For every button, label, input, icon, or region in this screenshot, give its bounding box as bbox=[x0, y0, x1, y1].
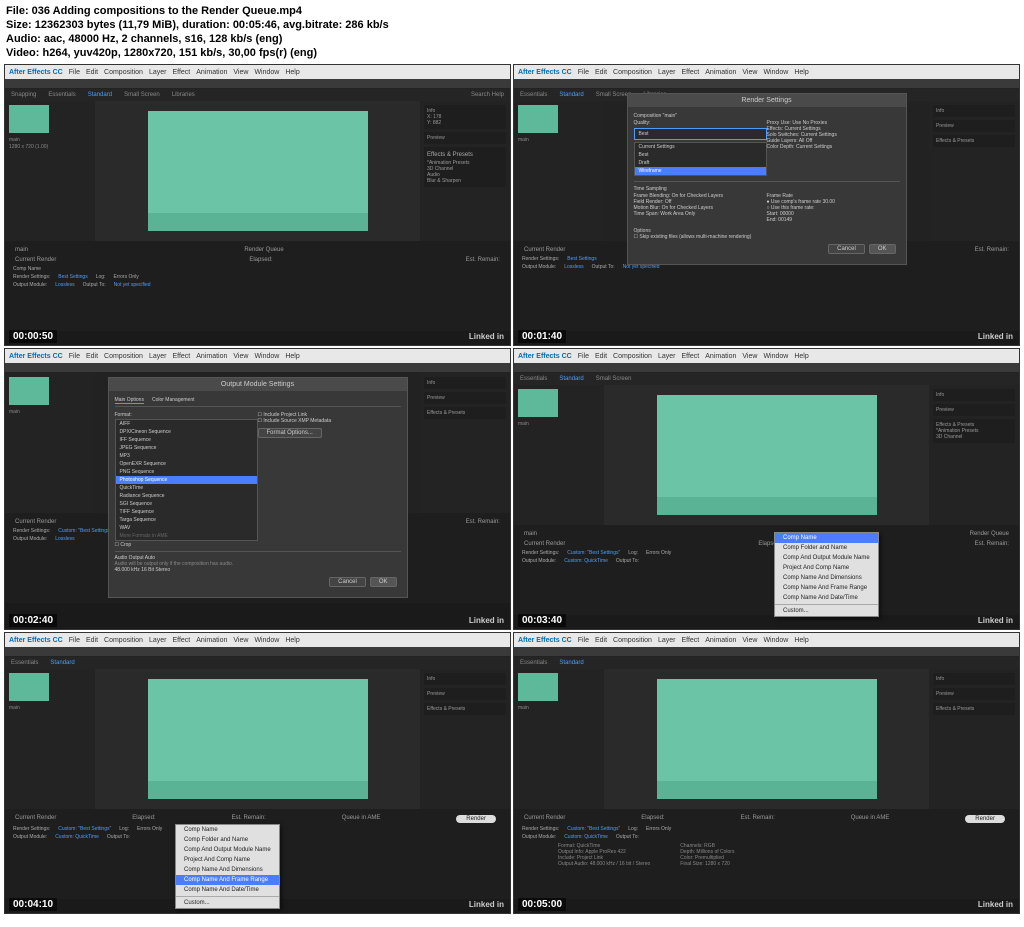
render-queue[interactable]: mainRender Queue Current RenderElapsed:E… bbox=[5, 241, 510, 331]
audio-line: Audio: aac, 48000 Hz, 2 channels, s16, 1… bbox=[6, 32, 1018, 46]
video-line: Video: h264, yuv420p, 1280x720, 151 kb/s… bbox=[6, 46, 1018, 60]
timestamp: 00:00:50 bbox=[9, 330, 57, 343]
frame-3: After Effects CCFileEditCompositionLayer… bbox=[4, 348, 511, 630]
render-settings-dialog[interactable]: Render Settings Composition "main" Quali… bbox=[627, 93, 907, 265]
cancel-button[interactable]: Cancel bbox=[828, 244, 865, 254]
workspace-tabs[interactable]: SnappingEssentialsStandardSmall ScreenLi… bbox=[5, 89, 510, 101]
output-name-menu[interactable]: Comp Name Comp Folder and Name Comp And … bbox=[774, 532, 879, 617]
frame-4: After Effects CCFileEditCompositionLayer… bbox=[513, 348, 1020, 630]
frame-1: After Effects CCFileEditCompositionLayer… bbox=[4, 64, 511, 346]
render-button[interactable]: Render bbox=[456, 815, 496, 823]
menubar[interactable]: After Effects CCFileEditCompositionLayer… bbox=[5, 65, 510, 79]
project-panel[interactable]: main 1280 x 720 (1.00) bbox=[5, 101, 95, 241]
size-line: Size: 12362303 bytes (11,79 MiB), durati… bbox=[6, 18, 1018, 32]
file-line: File: 036 Adding compositions to the Ren… bbox=[6, 4, 1018, 18]
linkedin-logo: Linked in bbox=[469, 332, 504, 341]
quality-dropdown[interactable]: Best bbox=[634, 128, 767, 140]
frame-5: After Effects CCFileEditCompositionLayer… bbox=[4, 632, 511, 914]
frame-6: After Effects CCFileEditCompositionLayer… bbox=[513, 632, 1020, 914]
comp-thumb[interactable] bbox=[9, 105, 49, 133]
composition-viewer[interactable] bbox=[95, 101, 420, 241]
ok-button[interactable]: OK bbox=[370, 577, 397, 587]
render-button[interactable]: Render bbox=[965, 815, 1005, 823]
cancel-button[interactable]: Cancel bbox=[329, 577, 366, 587]
output-module-dialog[interactable]: Output Module Settings Main OptionsColor… bbox=[108, 377, 408, 598]
ok-button[interactable]: OK bbox=[869, 244, 896, 254]
format-options[interactable]: AIFF DPX/Cineon Sequence IFF Sequence JP… bbox=[115, 419, 258, 541]
output-name-menu[interactable]: Comp Name Comp Folder and Name Comp And … bbox=[175, 824, 280, 909]
quality-options[interactable]: Current Settings Best Draft Wireframe bbox=[634, 142, 767, 176]
frame-2: After Effects CCFileEditCompositionLayer… bbox=[513, 64, 1020, 346]
